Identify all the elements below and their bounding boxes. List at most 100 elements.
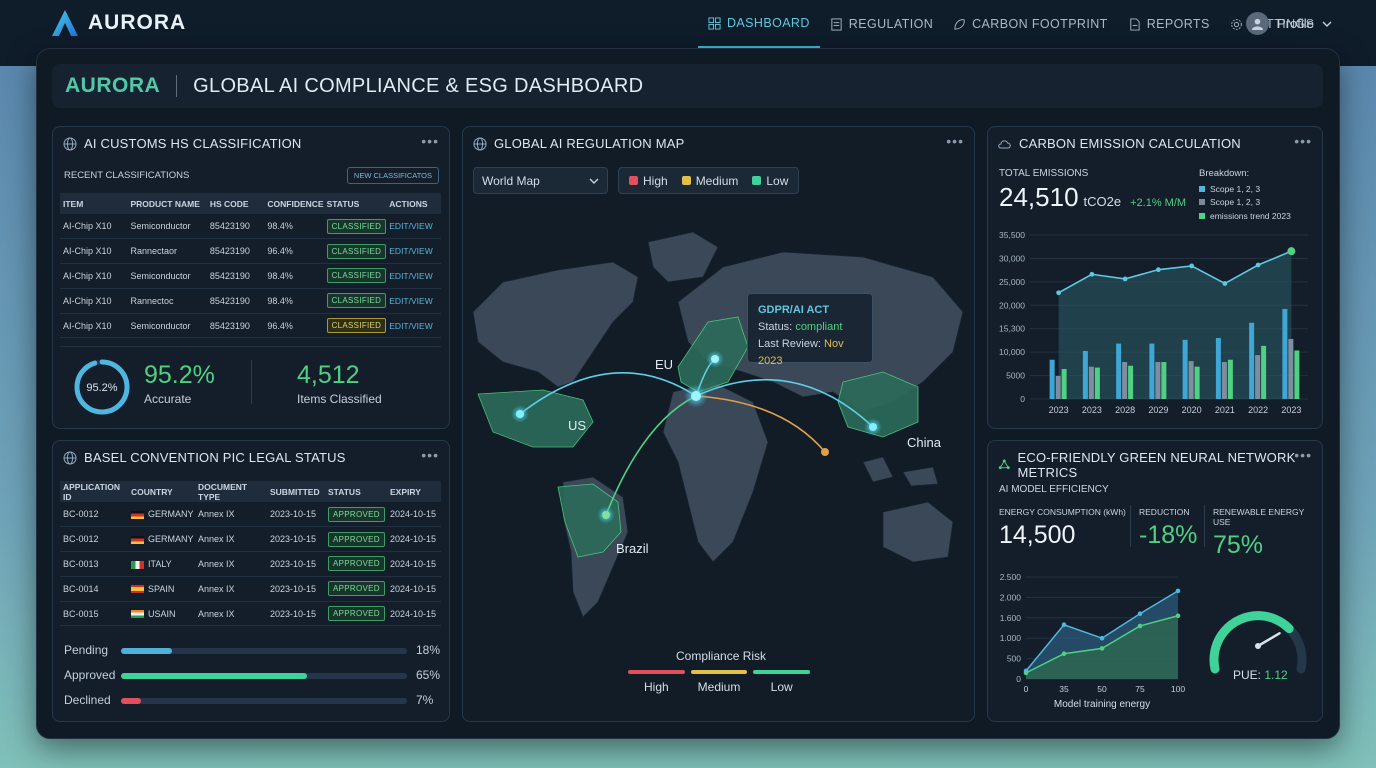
emission-bar[interactable] [1082,350,1088,399]
eu-node[interactable] [691,391,701,401]
map-more-icon[interactable]: ••• [946,133,964,149]
column-header[interactable]: CONFIDENCE [264,193,324,214]
map-select[interactable]: World Map [473,167,608,194]
nav-reports[interactable]: REPORTS [1118,0,1220,48]
nav-carbon-footprint[interactable]: CARBON FOOTPRINT [943,0,1118,48]
risk-filter-high[interactable]: High [629,174,668,188]
emission-bar[interactable] [1227,359,1233,399]
table-row[interactable]: AI-Chip X10 Rannectaor 85423190 96.4% CLASSI… [60,238,441,265]
trend-point[interactable] [1056,290,1062,296]
trend-point[interactable] [1222,281,1228,286]
nav-regulation[interactable]: REGULATION [820,0,943,48]
table-row[interactable]: BC-0012 GERMANY Annex IX 2023-10-15 APPROVED… [60,526,441,553]
column-header[interactable]: COUNTRY [128,481,195,502]
app-logo[interactable]: AURORA [50,8,186,38]
table-row[interactable]: BC-0012 GERMANY Annex IX 2023-10-15 APPROVED… [60,502,441,528]
table-row[interactable]: BC-0015 USAIN Annex IX 2023-10-15 APPROVED 20… [60,601,441,627]
edit-view-link[interactable]: EDIT/VIEW [389,296,432,306]
basel-more-icon[interactable]: ••• [421,447,439,463]
trend-point[interactable] [1287,247,1296,256]
nav-dashboard[interactable]: DASHBOARD [698,0,820,48]
column-header[interactable]: HS CODE [206,193,265,214]
us-node[interactable] [516,410,524,418]
column-header[interactable]: SUBMITTED [267,481,325,502]
brazil-node[interactable] [602,511,610,519]
application-id-cell: BC-0013 [60,551,128,577]
energy-point[interactable] [1137,623,1143,629]
eu-north-node[interactable] [711,355,719,363]
emission-bar[interactable] [1215,338,1221,399]
table-row[interactable]: AI-Chip X10 Semiconductor 85423190 98.4% CLA… [60,263,441,289]
table-row[interactable]: AI-Chip X10 Semiconductor 85423190 98.4% CLA… [60,214,441,240]
new-classification-button[interactable]: NEW CLASSIFICATOS [346,167,439,184]
emission-bar[interactable] [1282,308,1288,399]
breakdown-swatch [1199,212,1205,219]
trend-point[interactable] [1189,263,1195,269]
risk-filter-low[interactable]: Low [752,174,788,188]
india-node[interactable] [821,448,829,456]
trend-point[interactable] [1255,262,1261,268]
eco-metric-value: 14,500 [999,521,1076,549]
emission-bar[interactable] [1261,345,1267,399]
trend-point[interactable] [1089,271,1095,277]
emission-bar[interactable] [1194,366,1200,399]
trend-point[interactable] [1155,267,1161,273]
column-header[interactable]: STATUS [325,481,387,502]
energy-point[interactable] [1023,670,1029,676]
table-row[interactable]: AI-Chip X10 Semiconductor 85423190 96.4% CLA… [60,313,441,339]
emission-bar[interactable] [1094,367,1100,399]
emission-bar[interactable] [1149,343,1155,399]
emission-bar[interactable] [1221,362,1227,399]
energy-point[interactable] [1099,635,1105,641]
italy-flag-icon [131,560,144,569]
china-node[interactable] [869,423,877,431]
energy-point[interactable] [1175,588,1181,594]
table-row[interactable]: BC-0014 SPAIN Annex IX 2023-10-15 APPROVED 20… [60,576,441,602]
column-header[interactable]: STATUS [323,193,387,214]
emission-bar[interactable] [1161,362,1167,399]
legend-bar [690,670,748,674]
column-header[interactable]: PRODUCT NAME [127,193,207,214]
edit-view-link[interactable]: EDIT/VIEW [389,271,432,281]
eco-metric-label: RENEWABLE ENERGY USE [1213,507,1305,527]
risk-filter-medium[interactable]: Medium [681,174,738,188]
y-tick-label: 0 [1020,394,1025,404]
eco-metric: ENERGY CONSUMPTION (kWh) 14,500 [999,507,1126,550]
eco-more-icon[interactable]: ••• [1294,447,1312,463]
y-tick-label: 0 [1016,674,1021,684]
emission-bar[interactable] [1061,368,1067,399]
emission-bar[interactable] [1294,350,1300,399]
emission-bar[interactable] [1055,375,1061,399]
emission-bar[interactable] [1288,338,1294,399]
edit-view-link[interactable]: EDIT/VIEW [389,321,432,331]
table-row[interactable]: BC-0013 ITALY Annex IX 2023-10-15 APPROVED 20… [60,551,441,577]
emission-bar[interactable] [1128,365,1134,399]
edit-view-link[interactable]: EDIT/VIEW [389,221,432,231]
carbon-more-icon[interactable]: ••• [1294,133,1312,149]
emission-bar[interactable] [1116,343,1122,399]
emission-bar[interactable] [1049,359,1055,399]
emission-bar[interactable] [1249,322,1255,399]
emission-bar[interactable] [1155,362,1161,399]
edit-view-link[interactable]: EDIT/VIEW [389,246,432,256]
energy-point[interactable] [1061,651,1067,657]
emission-bar[interactable] [1122,362,1128,399]
energy-point[interactable] [1099,646,1105,651]
table-row[interactable]: AI-Chip X10 Rannectoc 85423190 98.4% CLASSIF… [60,288,441,314]
column-header[interactable]: APPLICATION ID [60,481,128,502]
emission-bar[interactable] [1255,355,1261,399]
nav-label: REGULATION [848,17,934,31]
column-header[interactable]: ITEM [60,193,128,214]
emission-bar[interactable] [1188,361,1194,399]
energy-point[interactable] [1137,611,1143,617]
energy-point[interactable] [1175,613,1181,619]
emission-bar[interactable] [1088,366,1094,399]
energy-point[interactable] [1061,622,1067,628]
trend-point[interactable] [1122,276,1128,282]
customs-more-icon[interactable]: ••• [421,133,439,149]
profile-menu[interactable]: Profile [1246,12,1332,35]
emission-bar[interactable] [1182,339,1188,399]
column-header[interactable]: ACTIONS [386,193,441,214]
column-header[interactable]: DOCUMENT TYPE [195,481,267,502]
column-header[interactable]: EXPIRY [387,481,441,502]
